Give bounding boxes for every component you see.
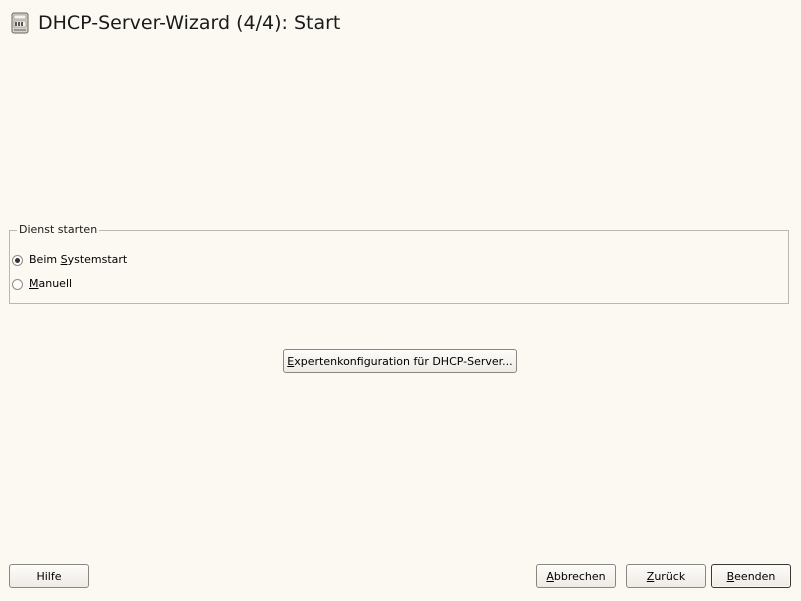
radio-boot-start[interactable]: Beim Systemstart <box>12 253 127 267</box>
dhcp-server-icon <box>11 12 29 34</box>
radio-label-boot: Beim Systemstart <box>29 253 128 266</box>
cancel-button[interactable]: Abbrechen <box>536 564 616 588</box>
help-button[interactable]: Hilfe <box>9 564 89 588</box>
wizard-header: DHCP-Server-Wizard (4/4): Start <box>8 8 340 38</box>
group-legend: Dienst starten <box>17 223 100 237</box>
page-title: DHCP-Server-Wizard (4/4): Start <box>38 12 341 34</box>
back-button[interactable]: Zurück <box>626 564 706 588</box>
service-start-group: Dienst starten Beim Systemstart Manuell <box>9 223 789 304</box>
radio-manual[interactable]: Manuell <box>12 277 72 291</box>
radio-label-manual: Manuell <box>29 277 73 290</box>
expert-config-button[interactable]: Expertenkonfiguration für DHCP-Server... <box>283 349 517 373</box>
radio-button-checked[interactable] <box>12 254 23 266</box>
radio-button-unchecked[interactable] <box>12 278 23 290</box>
finish-button[interactable]: Beenden <box>711 564 791 588</box>
